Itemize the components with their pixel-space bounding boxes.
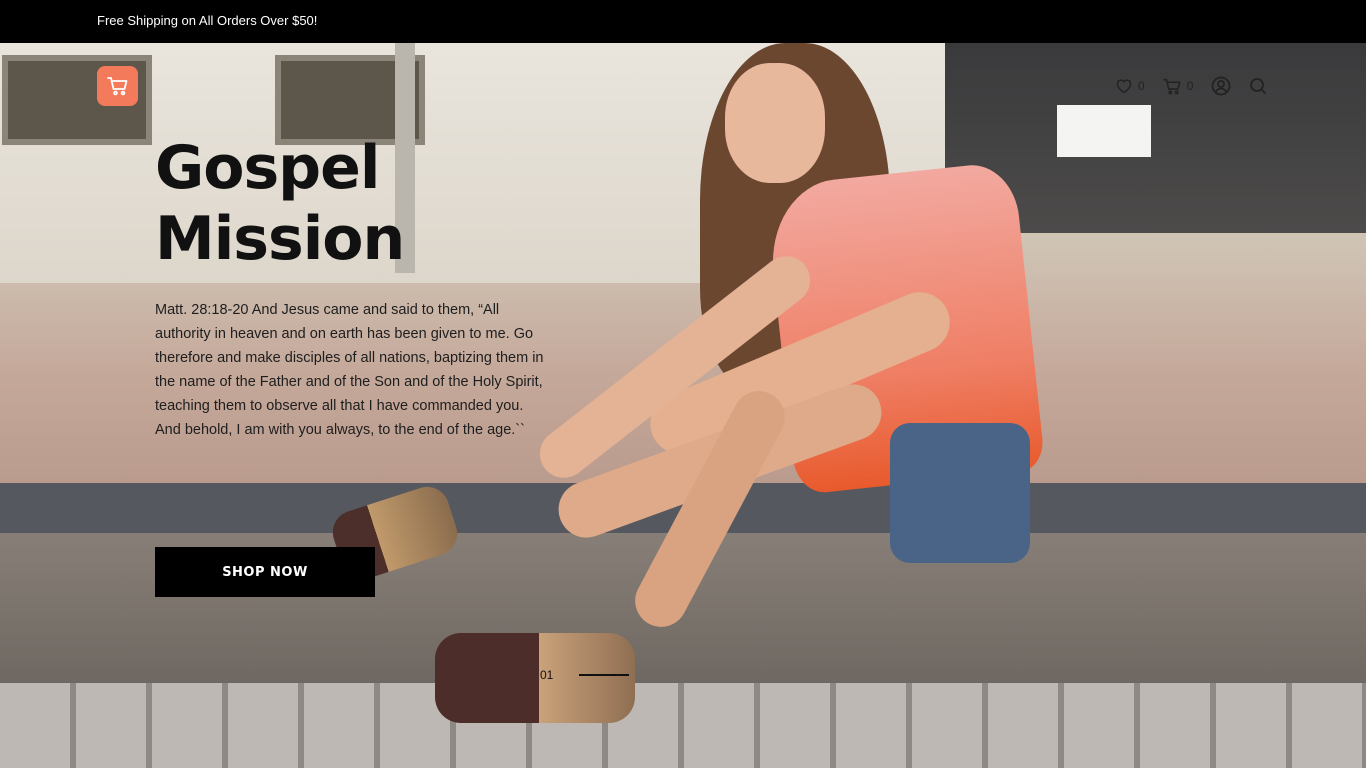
cart-count: 0 bbox=[1186, 79, 1194, 93]
header-actions: 0 0 bbox=[1115, 76, 1285, 96]
slide-indicator[interactable]: 01 bbox=[540, 668, 630, 682]
hero-title: Gospel Mission bbox=[155, 133, 575, 275]
background-sign bbox=[1057, 105, 1151, 157]
wishlist-button[interactable]: 0 bbox=[1115, 78, 1145, 94]
cart-icon bbox=[106, 77, 127, 96]
model-shorts bbox=[890, 423, 1030, 563]
cart-button[interactable]: 0 bbox=[1162, 78, 1194, 95]
hero-title-line: Gospel bbox=[155, 133, 380, 203]
announcement-bar: Free Shipping on All Orders Over $50! bbox=[0, 0, 1366, 43]
store-logo[interactable] bbox=[97, 66, 138, 106]
cart-icon bbox=[1162, 78, 1181, 94]
account-button[interactable] bbox=[1211, 76, 1231, 96]
slide-progress-line bbox=[579, 674, 630, 676]
search-icon bbox=[1250, 78, 1267, 94]
slide-number: 01 bbox=[540, 668, 554, 682]
announcement-text: Free Shipping on All Orders Over $50! bbox=[97, 13, 318, 28]
search-button[interactable] bbox=[1249, 77, 1267, 95]
shop-now-button[interactable]: SHOP NOW bbox=[155, 547, 375, 597]
account-icon bbox=[1211, 76, 1231, 96]
heart-icon bbox=[1116, 79, 1132, 94]
wishlist-count: 0 bbox=[1138, 79, 1145, 93]
hero-description: Matt. 28:18-20 And Jesus came and said t… bbox=[155, 302, 544, 438]
hero-title-line: Mission bbox=[155, 204, 405, 274]
model-face bbox=[725, 63, 825, 183]
